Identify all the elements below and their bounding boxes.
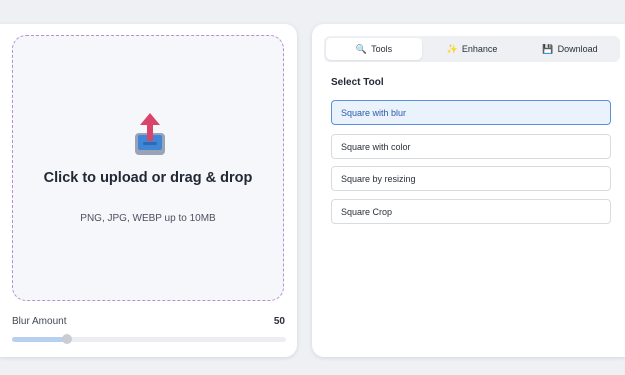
upload-subtitle: PNG, JPG, WEBP up to 10MB <box>80 213 216 224</box>
upload-tray-icon <box>135 113 165 155</box>
blur-slider[interactable] <box>12 334 286 344</box>
tool-option-label: Square Crop <box>341 206 393 217</box>
blur-amount-label: Blur Amount <box>12 316 67 327</box>
tab-download[interactable]: 💾 Download <box>522 38 618 60</box>
tool-option-square-with-color[interactable]: Square with color <box>331 134 611 159</box>
floppy-disk-icon: 💾 <box>542 43 554 54</box>
tab-tools[interactable]: 🔍 Tools <box>326 38 422 60</box>
upload-dropzone[interactable]: Click to upload or drag & drop PNG, JPG,… <box>12 35 284 301</box>
blur-slider-thumb[interactable] <box>61 334 72 344</box>
tab-label: Tools <box>371 44 393 54</box>
tool-option-label: Square with blur <box>341 107 407 118</box>
tool-option-label: Square by resizing <box>341 173 416 184</box>
tool-option-label: Square with color <box>341 141 411 152</box>
select-tool-heading: Select Tool <box>331 77 384 88</box>
upload-panel: Click to upload or drag & drop PNG, JPG,… <box>0 24 297 357</box>
tool-option-square-crop[interactable]: Square Crop <box>331 199 611 224</box>
magnifier-icon: 🔍 <box>355 43 368 54</box>
tool-option-square-by-resizing[interactable]: Square by resizing <box>331 166 611 191</box>
tab-bar: 🔍 Tools ✨ Enhance 💾 Download <box>324 36 620 62</box>
tab-label: Download <box>557 44 598 54</box>
tab-enhance[interactable]: ✨ Enhance <box>424 38 520 60</box>
tool-option-square-with-blur[interactable]: Square with blur <box>331 100 611 125</box>
blur-slider-fill <box>12 337 67 342</box>
blur-amount-value: 50 <box>273 316 285 327</box>
tools-panel: 🔍 Tools ✨ Enhance 💾 Download Select Tool… <box>312 24 625 357</box>
tab-label: Enhance <box>461 44 498 54</box>
sparkles-icon: ✨ <box>446 43 458 54</box>
upload-title: Click to upload or drag & drop <box>43 170 253 186</box>
